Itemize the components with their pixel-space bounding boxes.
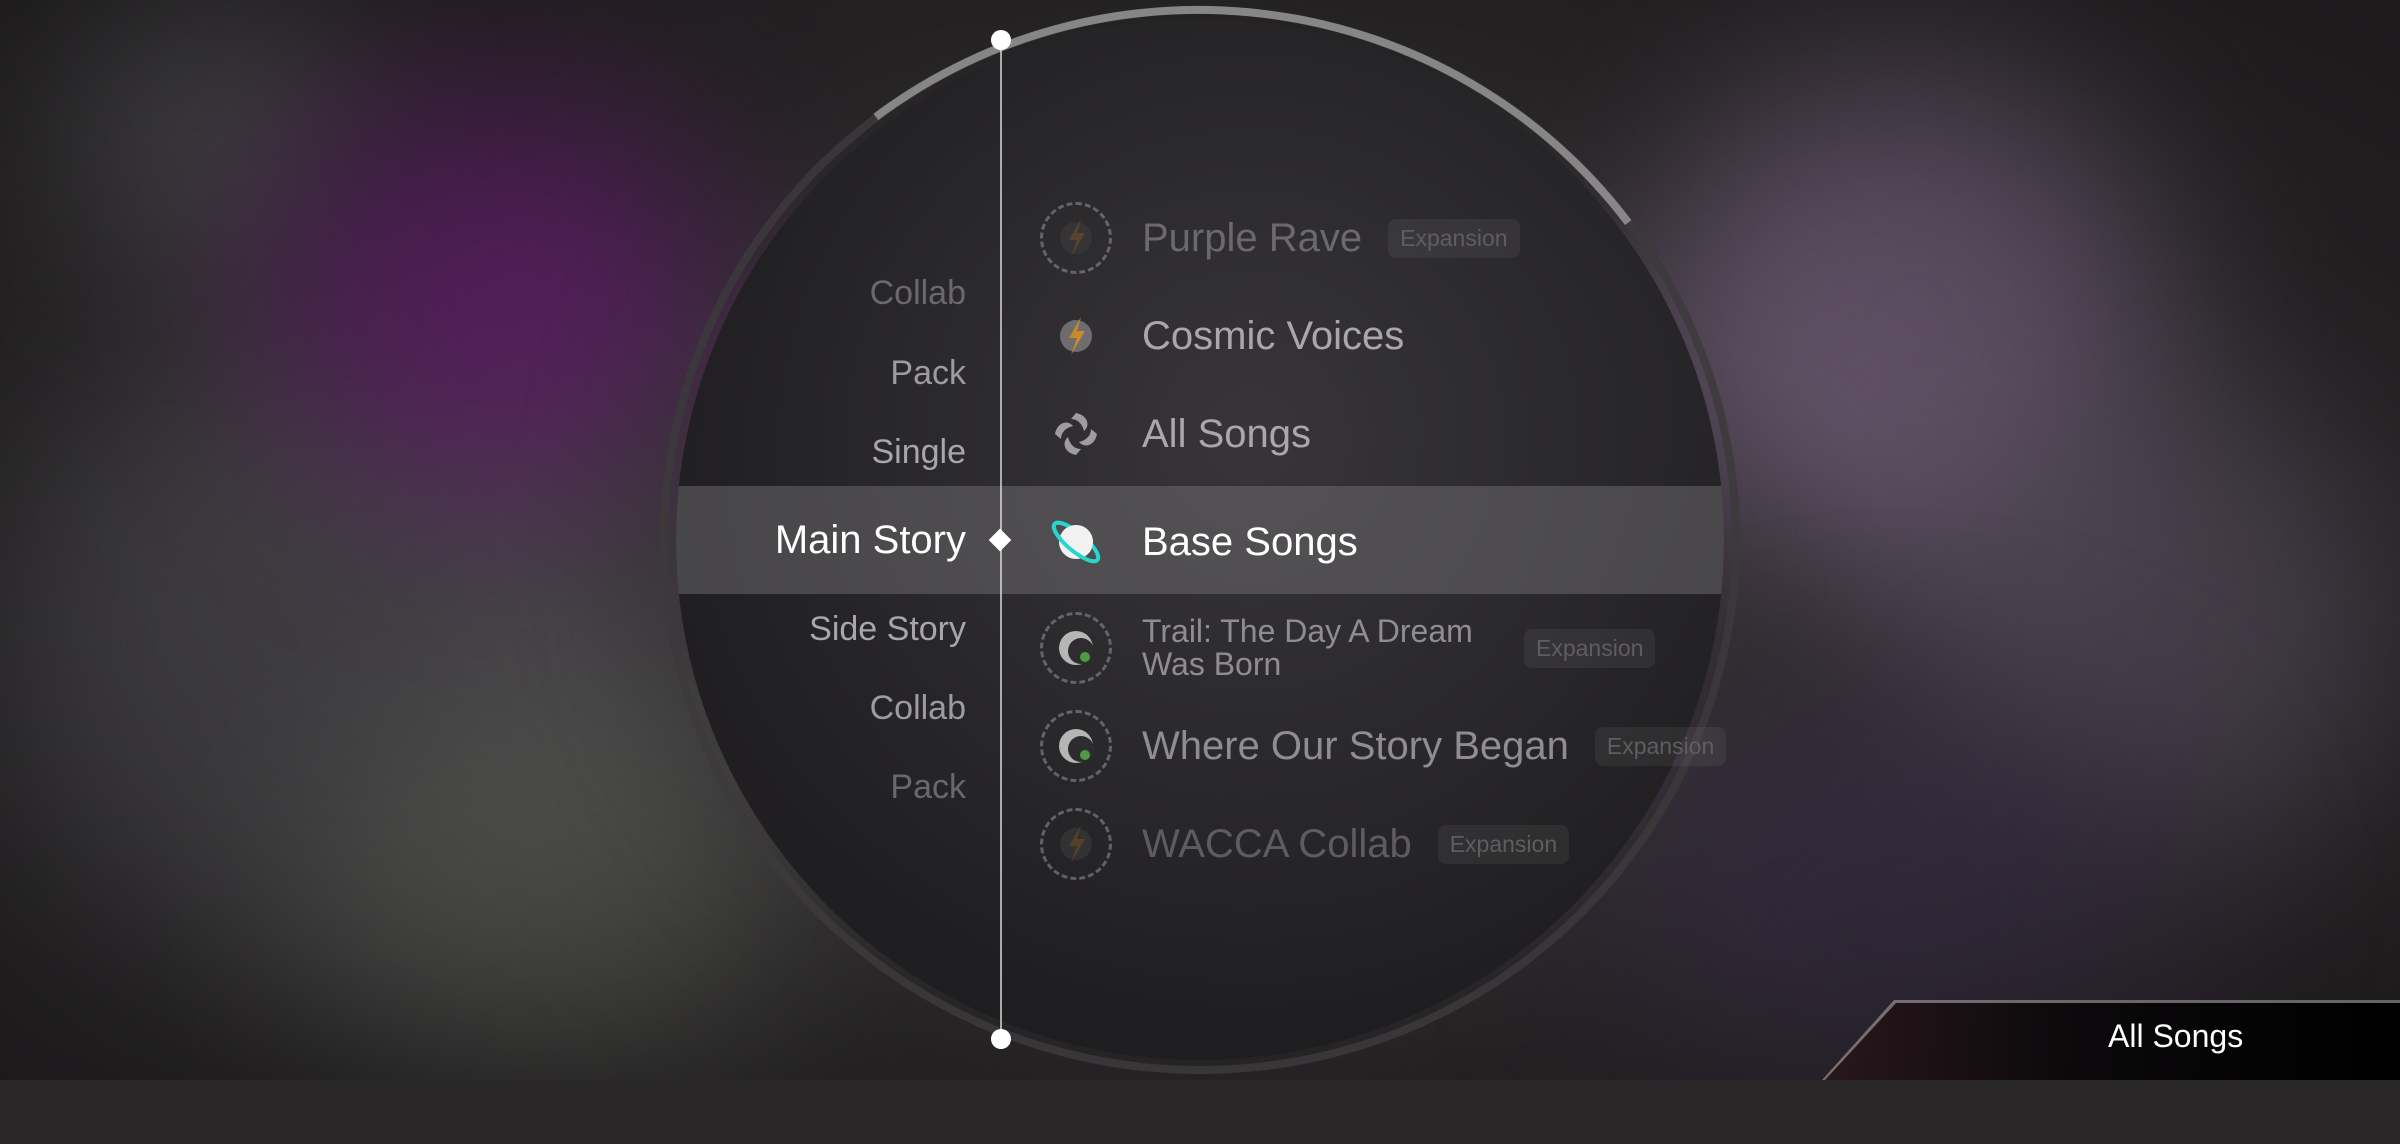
- bolt-icon: [1040, 808, 1112, 880]
- song-pack-all-songs[interactable]: All Songs: [1040, 394, 1311, 474]
- planet-icon: [1040, 506, 1112, 578]
- divider-bottom-knob: [991, 1029, 1011, 1049]
- category-item-collab-2[interactable]: Collab: [870, 689, 966, 728]
- song-pack-title: All Songs: [1142, 412, 1311, 456]
- category-item-main-story[interactable]: Main Story: [775, 518, 966, 563]
- expansion-badge: Expansion: [1594, 726, 1727, 766]
- crescent-icon: [1040, 710, 1112, 782]
- expansion-badge: Expansion: [1388, 218, 1520, 258]
- song-pack-trail[interactable]: Trail: The Day A Dream Was Born Expansio…: [1040, 608, 1656, 688]
- expansion-badge: Expansion: [1524, 628, 1656, 668]
- song-pack-title: Purple Rave: [1142, 216, 1363, 260]
- song-pack-where-our-story-began[interactable]: Where Our Story Began Expansion: [1040, 706, 1727, 786]
- song-pack-purple-rave[interactable]: Purple Rave Expansion: [1040, 198, 1520, 278]
- category-item-side-story[interactable]: Side Story: [809, 610, 966, 649]
- category-item-single[interactable]: Single: [871, 433, 966, 472]
- song-pack-title: Trail: The Day A Dream Was Born: [1142, 613, 1473, 682]
- category-item-pack[interactable]: Pack: [890, 354, 966, 393]
- bolt-icon: [1040, 202, 1112, 274]
- crescent-icon: [1040, 612, 1112, 684]
- song-pack-title: Where Our Story Began: [1142, 724, 1569, 768]
- divider-top-knob: [991, 30, 1011, 50]
- bolt-icon: [1040, 300, 1112, 372]
- song-pack-title: Cosmic Voices: [1142, 314, 1405, 358]
- expansion-badge: Expansion: [1437, 824, 1570, 864]
- song-pack-title: Base Songs: [1142, 520, 1358, 564]
- category-item-pack-2[interactable]: Pack: [890, 768, 966, 807]
- song-pack-cosmic-voices[interactable]: Cosmic Voices: [1040, 296, 1404, 376]
- song-pack-title: WACCA Collab: [1142, 822, 1412, 866]
- song-pack-base-songs[interactable]: Base Songs: [1040, 502, 1358, 582]
- swirl-icon: [1040, 398, 1112, 470]
- category-item-collab[interactable]: Collab: [870, 274, 966, 313]
- song-pack-wacca-collab[interactable]: WACCA Collab Expansion: [1040, 804, 1570, 884]
- current-filter-label: All Songs: [2108, 1018, 2244, 1054]
